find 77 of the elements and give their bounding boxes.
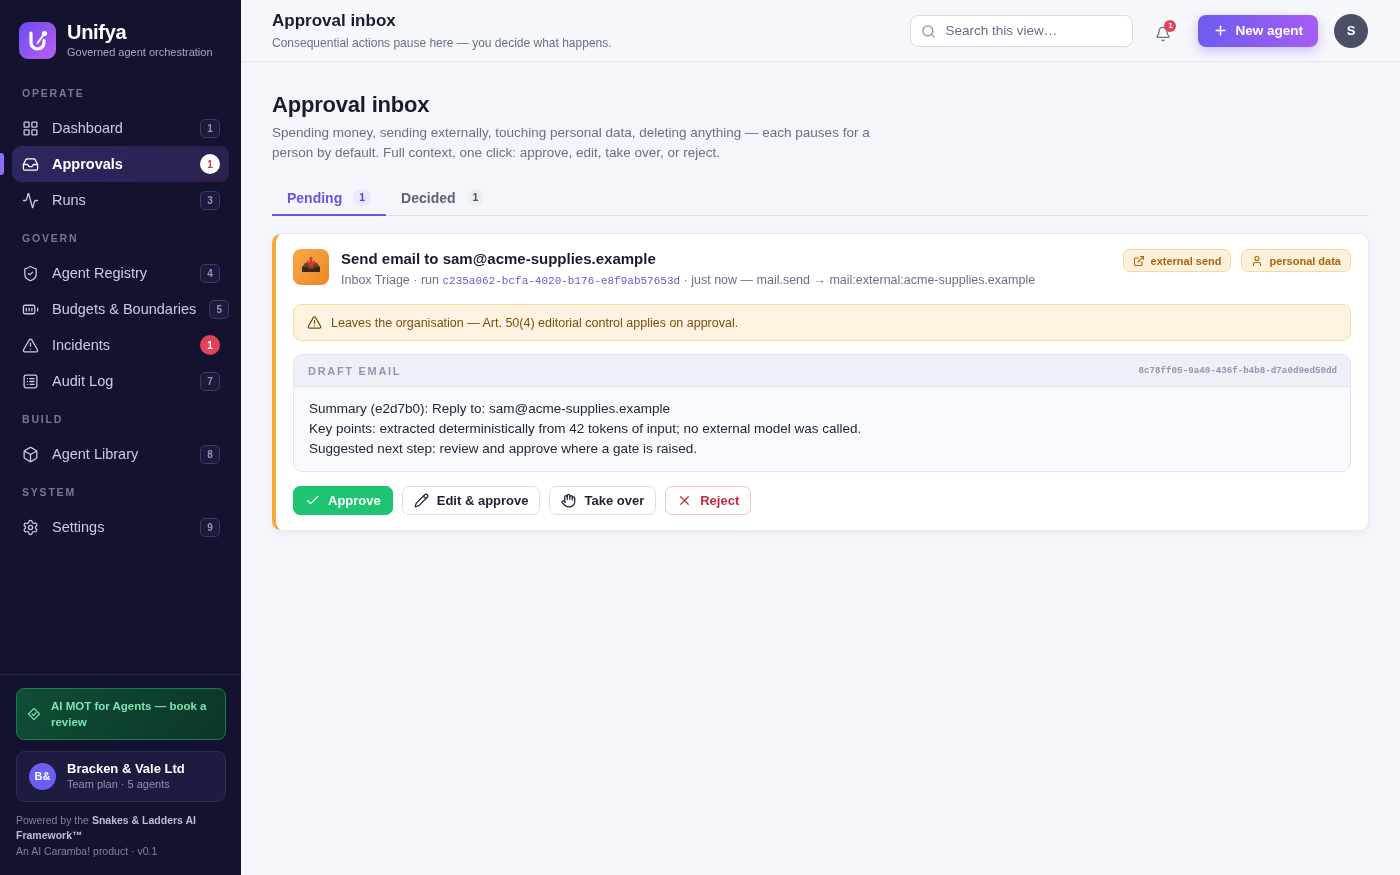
org-avatar: B& (29, 762, 56, 790)
warning-icon (22, 336, 39, 354)
nav-section-label: BUILD (21, 413, 65, 425)
tab-count-badge: 1 (466, 189, 485, 206)
tab-count-badge: 1 (353, 189, 372, 206)
count-badge: 9 (200, 517, 220, 537)
draft-label: DRAFT EMAIL (308, 364, 402, 377)
shield-check-icon (22, 264, 39, 282)
powered-by-text: Powered by the Snakes & Ladders AI Framework™ (16, 812, 197, 843)
diamond-check-icon (27, 706, 41, 721)
count-badge: 7 (200, 371, 220, 391)
nav-section-label: OPERATE (21, 87, 86, 99)
notification-badge: 1 (1164, 19, 1177, 32)
tab[interactable]: Decided 1 (386, 181, 500, 216)
warning-icon (307, 315, 322, 330)
count-badge: 4 (200, 263, 220, 283)
hand-icon (561, 493, 577, 508)
header-subtitle: Consequential actions pause here — you decide what happens. (272, 35, 612, 51)
nav-section-label: GOVERN (21, 232, 80, 244)
warning-text: Leaves the organisation — Art. 50(4) editorial control applies on approval. (331, 315, 739, 330)
count-badge: 1 (200, 335, 220, 355)
approval-meta: Inbox Triage · run c235a062-bcfa-4020-b176-e8f9ab57653d · just now — mail.send → mail:external:acme-supplies.example (341, 272, 1037, 289)
inbox-icon (22, 155, 39, 173)
reject-button[interactable]: Reject (665, 486, 752, 515)
nav-item[interactable]: Approvals 1 (12, 146, 229, 182)
pencil-icon (413, 493, 429, 508)
plus-icon (1213, 23, 1229, 38)
draft-text-line: Summary (e2d7b0): Reply to: sam@acme-supplies.example (309, 400, 672, 418)
list-icon (22, 372, 39, 390)
inbox-tray-icon (293, 249, 329, 285)
nav-item[interactable]: Dashboard 1 (12, 110, 229, 146)
active-indicator (0, 153, 4, 175)
logo-icon (19, 21, 56, 59)
review-booking-link[interactable]: AI MOT for Agents — book a review (16, 687, 226, 740)
risk-tag-label: external send (1150, 254, 1222, 267)
risk-tag-label: personal data (1269, 254, 1341, 267)
takeover-button[interactable]: Take over (549, 486, 657, 515)
brand-name: Unifya (67, 21, 128, 44)
count-badge: 8 (200, 444, 220, 464)
draft-id: 8c78ff05-9a40-436f-b4b8-d7a0d9ed50dd (1138, 365, 1337, 376)
notifications-button[interactable]: 1 (1155, 19, 1177, 42)
grid-icon (22, 119, 39, 137)
cube-icon (22, 445, 39, 463)
count-badge: 1 (200, 154, 220, 174)
settings-icon (22, 518, 39, 536)
page-description: Spending money, sending externally, touching personal data, deleting anything — each pauses for a person by default. Full context, one click: approve, edit, take over, or reject. (272, 124, 871, 162)
count-badge: 3 (200, 190, 220, 210)
pulse-icon (22, 191, 39, 209)
nav-item[interactable]: Audit Log 7 (12, 363, 229, 399)
brand-tagline: Governed agent orchestration (67, 45, 213, 59)
nav-item[interactable]: Agent Registry 4 (12, 255, 229, 291)
organisation-card[interactable]: B& Bracken & Vale Ltd Team plan · 5 agents (16, 750, 226, 802)
nav-item[interactable]: Runs 3 (12, 182, 229, 218)
tab[interactable]: Pending 1 (272, 181, 387, 216)
header-title: Approval inbox (272, 10, 397, 31)
nav-item[interactable]: Incidents 1 (12, 327, 229, 363)
user-icon (1251, 254, 1264, 267)
org-name: Bracken & Vale Ltd (67, 760, 185, 777)
org-plan: Team plan · 5 agents (67, 776, 171, 792)
draft-text-line: Key points: extracted deterministically from 42 tokens of input; no external model was called. (309, 420, 863, 438)
count-badge: 1 (200, 118, 220, 138)
nav-section-label: SYSTEM (21, 486, 77, 498)
search-icon (921, 23, 937, 39)
count-badge: 5 (209, 299, 230, 319)
edit-button[interactable]: Edit & approve (401, 486, 541, 515)
nav-item[interactable]: Settings 9 (12, 509, 229, 545)
external-link-icon (1132, 254, 1145, 267)
draft-text-line: Suggested next step: review and approve where a gate is raised. (309, 440, 698, 458)
nav-item[interactable]: Agent Library 8 (12, 436, 229, 472)
new-agent-button[interactable]: New agent (1198, 14, 1318, 47)
approval-title: Send email to sam@acme-supplies.example (341, 250, 657, 268)
search-field[interactable]: Search this view… (910, 14, 1134, 47)
nav-item[interactable]: Budgets & Boundaries 5 (12, 291, 229, 327)
user-avatar[interactable]: S (1334, 13, 1368, 48)
bell-icon (1155, 25, 1172, 42)
product-version-text: An AI Caramba! product · v0.1 (16, 843, 159, 859)
page-title: Approval inbox (272, 92, 431, 118)
